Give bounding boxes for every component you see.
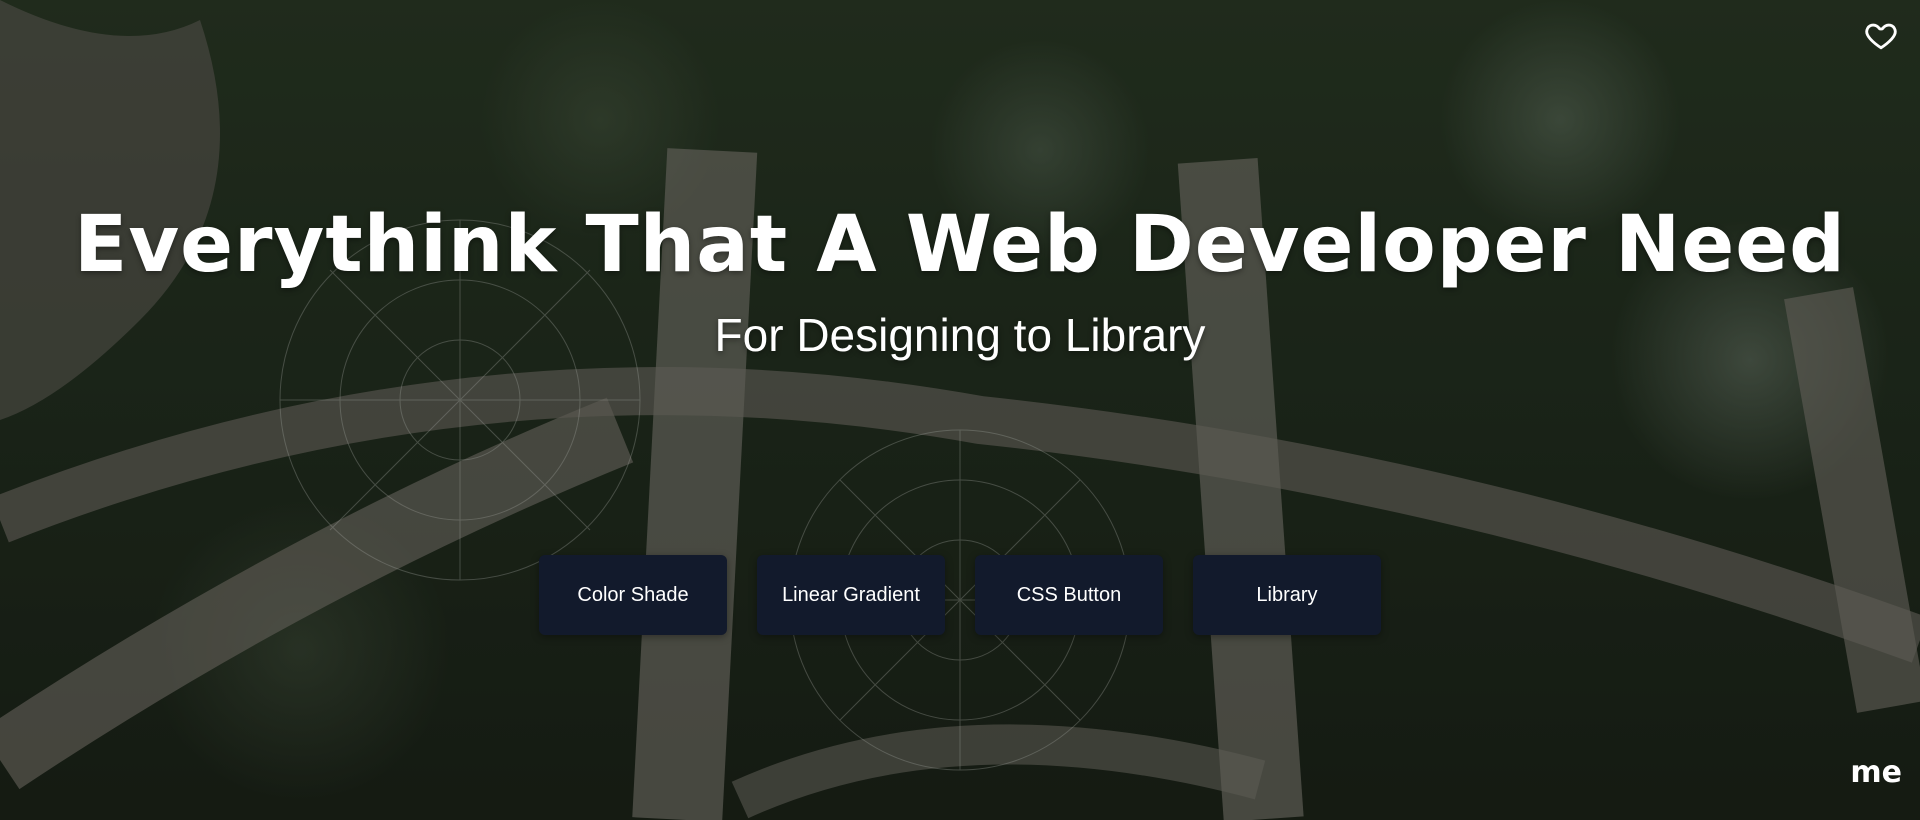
library-button[interactable]: Library — [1193, 555, 1381, 635]
linear-gradient-button[interactable]: Linear Gradient — [757, 555, 945, 635]
hero-section: Everythink That A Web Developer Need For… — [0, 200, 1920, 362]
page-subtitle: For Designing to Library — [714, 309, 1206, 361]
heart-icon[interactable] — [1864, 18, 1898, 52]
dark-overlay — [0, 0, 1920, 820]
color-shade-button[interactable]: Color Shade — [539, 555, 727, 635]
page-title: Everythink That A Web Developer Need — [74, 200, 1846, 290]
css-button-button[interactable]: CSS Button — [975, 555, 1163, 635]
nav-buttons: Color Shade Linear Gradient CSS Button L… — [0, 555, 1920, 635]
signature-logo: me — [1850, 755, 1902, 790]
